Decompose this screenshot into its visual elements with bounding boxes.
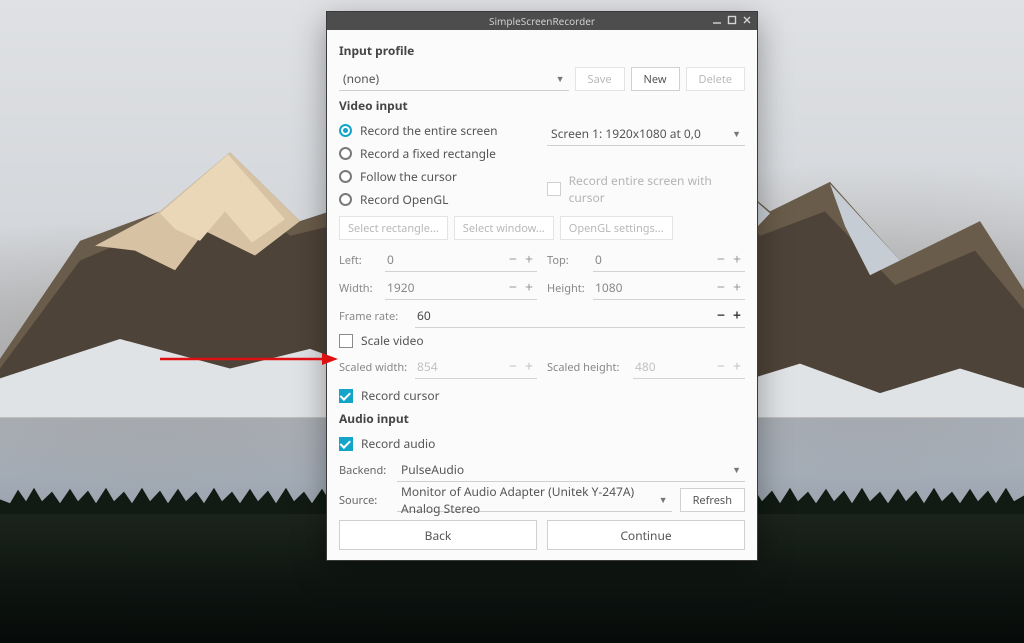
checkbox-record-entire-with-cursor-label: Record entire screen with cursor — [569, 172, 745, 206]
scaled-width-label: Scaled width: — [339, 360, 409, 375]
top-spinner[interactable]: 0 − + — [593, 248, 745, 272]
app-window: SimpleScreenRecorder Input profile (none… — [326, 11, 758, 561]
checkbox-record-cursor[interactable] — [339, 389, 353, 403]
plus-icon[interactable]: + — [729, 250, 745, 269]
checkbox-record-cursor-label: Record cursor — [361, 387, 440, 404]
plus-icon[interactable]: + — [521, 278, 537, 297]
window-titlebar[interactable]: SimpleScreenRecorder — [327, 12, 757, 30]
section-input-profile-heading: Input profile — [339, 42, 745, 59]
width-value: 1920 — [385, 276, 505, 299]
plus-icon[interactable]: + — [521, 250, 537, 269]
scaled-width-value: 854 — [415, 355, 505, 378]
chevron-down-icon: ▼ — [732, 463, 741, 476]
scaled-height-spinner: 480 − + — [633, 355, 745, 379]
framerate-spinner[interactable]: 60 − + — [415, 304, 745, 328]
checkbox-scale-video[interactable] — [339, 334, 353, 348]
profile-new-button[interactable]: New — [631, 67, 680, 91]
chevron-down-icon: ▼ — [732, 127, 741, 140]
width-label: Width: — [339, 281, 379, 296]
minus-icon[interactable]: − — [713, 250, 729, 269]
backend-value: PulseAudio — [401, 461, 464, 478]
backend-select[interactable]: PulseAudio ▼ — [397, 458, 745, 482]
minus-icon[interactable]: − — [713, 278, 729, 297]
scaled-height-label: Scaled height: — [547, 360, 627, 375]
radio-record-opengl[interactable] — [339, 193, 352, 206]
plus-icon: + — [729, 357, 745, 376]
minus-icon: − — [505, 357, 521, 376]
screen-select-value: Screen 1: 1920x1080 at 0,0 — [551, 125, 701, 142]
window-close-icon[interactable] — [741, 14, 753, 26]
select-window-button[interactable]: Select window... — [454, 216, 554, 240]
radio-opengl-label: Record OpenGL — [360, 191, 448, 208]
scaled-height-value: 480 — [633, 355, 713, 378]
source-label: Source: — [339, 493, 389, 508]
checkbox-record-entire-with-cursor — [547, 182, 561, 196]
minus-icon[interactable]: − — [505, 278, 521, 297]
minus-icon: − — [713, 357, 729, 376]
source-select[interactable]: Monitor of Audio Adapter (Unitek Y-247A)… — [397, 488, 672, 512]
checkbox-record-audio[interactable] — [339, 437, 353, 451]
minus-icon[interactable]: − — [713, 306, 729, 325]
left-value: 0 — [385, 248, 505, 271]
chevron-down-icon: ▼ — [556, 72, 565, 85]
top-value: 0 — [593, 248, 713, 271]
section-video-input-heading: Video input — [339, 97, 745, 114]
profile-delete-button[interactable]: Delete — [686, 67, 745, 91]
chevron-down-icon: ▼ — [659, 493, 668, 506]
radio-follow-cursor-label: Follow the cursor — [360, 168, 457, 185]
checkbox-scale-video-label: Scale video — [361, 332, 424, 349]
radio-record-fixed-rectangle[interactable] — [339, 147, 352, 160]
radio-fixed-rectangle-label: Record a fixed rectangle — [360, 145, 496, 162]
profile-save-button[interactable]: Save — [575, 67, 625, 91]
top-label: Top: — [547, 253, 587, 268]
radio-follow-cursor[interactable] — [339, 170, 352, 183]
framerate-value: 60 — [415, 304, 713, 327]
window-title: SimpleScreenRecorder — [489, 14, 595, 28]
continue-button[interactable]: Continue — [547, 520, 745, 550]
select-rectangle-button[interactable]: Select rectangle... — [339, 216, 448, 240]
height-spinner[interactable]: 1080 − + — [593, 276, 745, 300]
section-audio-input-heading: Audio input — [339, 410, 745, 427]
left-label: Left: — [339, 253, 379, 268]
plus-icon: + — [521, 357, 537, 376]
height-label: Height: — [547, 281, 587, 296]
framerate-label: Frame rate: — [339, 309, 409, 324]
scaled-width-spinner: 854 − + — [415, 355, 537, 379]
window-minimize-icon[interactable] — [711, 14, 723, 26]
profile-select-value: (none) — [343, 70, 379, 87]
radio-entire-screen-label: Record the entire screen — [360, 122, 498, 139]
back-button[interactable]: Back — [339, 520, 537, 550]
refresh-button[interactable]: Refresh — [680, 488, 745, 512]
left-spinner[interactable]: 0 − + — [385, 248, 537, 272]
opengl-settings-button[interactable]: OpenGL settings... — [560, 216, 673, 240]
plus-icon[interactable]: + — [729, 278, 745, 297]
width-spinner[interactable]: 1920 − + — [385, 276, 537, 300]
checkbox-record-audio-label: Record audio — [361, 435, 435, 452]
radio-record-entire-screen[interactable] — [339, 124, 352, 137]
minus-icon[interactable]: − — [505, 250, 521, 269]
backend-label: Backend: — [339, 463, 389, 478]
source-value: Monitor of Audio Adapter (Unitek Y-247A)… — [401, 483, 659, 517]
profile-select[interactable]: (none) ▼ — [339, 67, 569, 91]
window-maximize-icon[interactable] — [726, 14, 738, 26]
height-value: 1080 — [593, 276, 713, 299]
screen-select[interactable]: Screen 1: 1920x1080 at 0,0 ▼ — [547, 122, 745, 146]
plus-icon[interactable]: + — [729, 306, 745, 325]
